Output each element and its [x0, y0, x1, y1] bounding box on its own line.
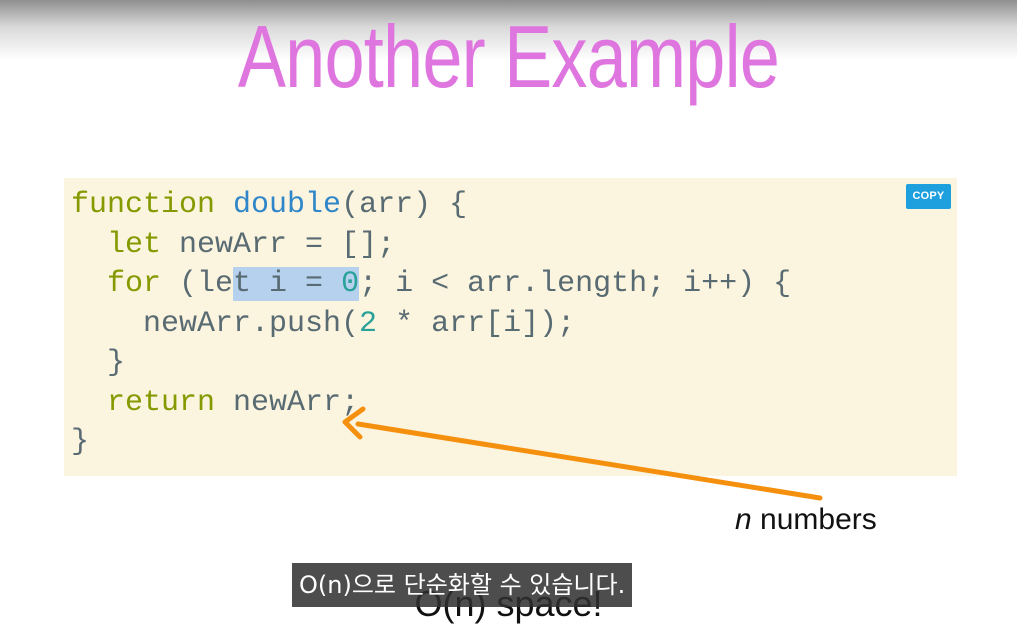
arrow-shaft — [355, 421, 823, 501]
annotation-text: numbers — [751, 503, 877, 536]
video-subtitle: O(n)으로 단순화할 수 있습니다. — [292, 563, 633, 607]
annotation-label: n numbers — [735, 500, 877, 540]
annotation-variable: n — [735, 503, 752, 536]
